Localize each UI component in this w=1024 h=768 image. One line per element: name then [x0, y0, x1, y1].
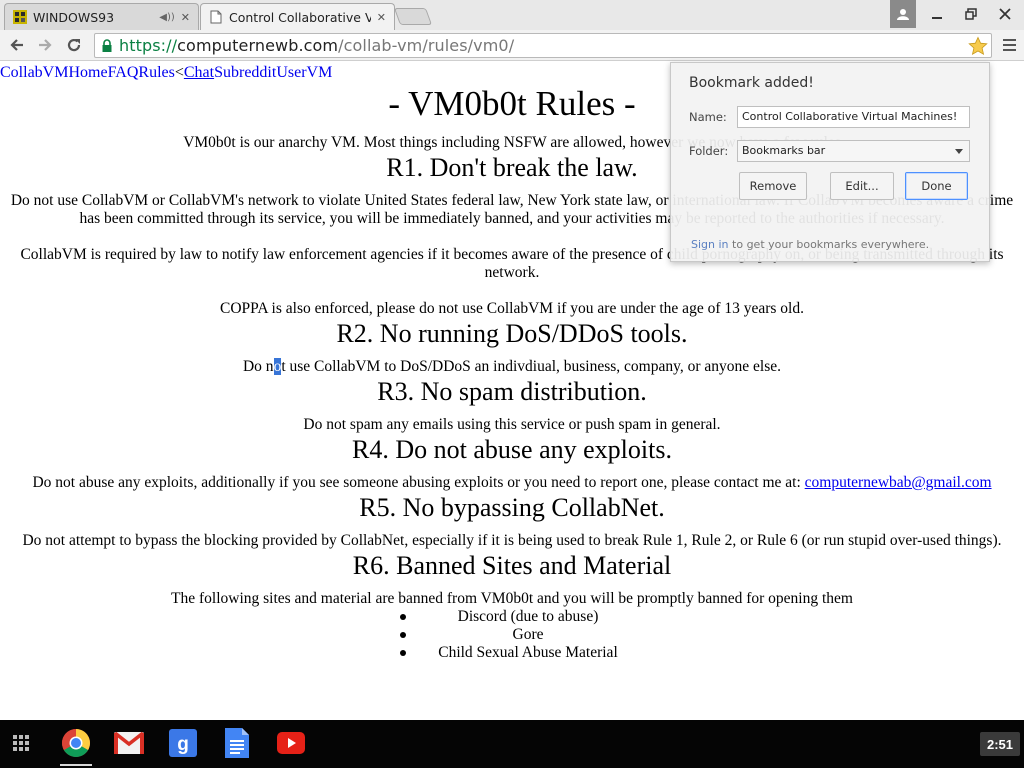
nav-separator: <: [174, 64, 184, 81]
dropdown-arrow-icon: [955, 149, 963, 154]
active-app-indicator: [60, 764, 92, 766]
profile-button[interactable]: [890, 0, 916, 28]
remove-button[interactable]: Remove: [739, 172, 807, 200]
rule-6-heading: R6. Banned Sites and Material: [352, 551, 672, 580]
name-label: Name:: [689, 110, 727, 124]
tab-strip: WINDOWS93 ◀)) ✕ Control Collaborative Vi…: [0, 0, 1024, 30]
sign-in-link[interactable]: Sign in: [691, 238, 729, 251]
browser-toolbar: https://computernewb.com/collab-vm/rules…: [0, 30, 1024, 61]
address-bar[interactable]: https://computernewb.com/collab-vm/rules…: [94, 33, 992, 58]
done-button[interactable]: Done: [905, 172, 968, 200]
folder-value: Bookmarks bar: [742, 144, 826, 157]
maximize-button[interactable]: [956, 2, 986, 26]
nav-uservm[interactable]: UserVM: [276, 64, 332, 81]
edit-button[interactable]: Edit...: [830, 172, 894, 200]
rule-2-paragraph: Do not use CollabVM to DoS/DDoS an indiv…: [242, 358, 781, 375]
rule-2-heading: R2. No running DoS/DDoS tools.: [336, 319, 688, 348]
rule-4-paragraph: Do not abuse any exploits, additionally …: [32, 474, 992, 491]
new-tab-button[interactable]: [393, 8, 433, 25]
rule-4-heading: R4. Do not abuse any exploits.: [352, 435, 672, 464]
nav-chat[interactable]: Chat: [184, 64, 214, 81]
restore-icon: [965, 8, 977, 20]
chrome-icon[interactable]: [60, 726, 92, 760]
google-docs-icon[interactable]: [221, 726, 253, 760]
nav-faq[interactable]: FAQ: [108, 64, 139, 81]
tab-title: WINDOWS93: [33, 9, 115, 25]
bubble-title: Bookmark added!: [689, 75, 814, 91]
site-nav: CollabVMHomeFAQRules<ChatSubredditUserVM: [0, 64, 332, 82]
audio-playing-icon: ◀)): [159, 11, 175, 23]
menu-icon: [1002, 39, 1016, 41]
app-launcher-icon[interactable]: [6, 726, 36, 760]
svg-text:g: g: [177, 734, 189, 755]
banned-list-item: Discord (due to abuse): [457, 608, 599, 625]
folder-label: Folder:: [689, 144, 729, 158]
banned-list-item: Child Sexual Abuse Material: [438, 644, 618, 661]
close-window-button[interactable]: [990, 2, 1020, 26]
user-icon: [897, 9, 909, 20]
google-search-icon[interactable]: g: [167, 726, 199, 760]
page-icon: [209, 10, 223, 24]
chrome-menu-button[interactable]: [998, 34, 1020, 56]
back-arrow-icon: [10, 39, 23, 51]
rule-6-paragraph: The following sites and material are ban…: [171, 590, 853, 607]
nav-subreddit[interactable]: Subreddit: [214, 64, 276, 81]
tab-title: Control Collaborative Virtu: [229, 9, 371, 25]
nav-rules[interactable]: Rules: [138, 64, 174, 81]
youtube-icon[interactable]: [275, 726, 307, 760]
close-icon: [999, 8, 1011, 20]
system-clock[interactable]: 2:51: [980, 732, 1020, 756]
minimize-icon: [932, 17, 942, 19]
reload-icon: [67, 38, 81, 52]
nav-collabvm[interactable]: CollabVM: [0, 64, 68, 81]
rule-3-paragraph: Do not spam any emails using this servic…: [303, 416, 721, 433]
url-text: https://computernewb.com/collab-vm/rules…: [119, 36, 515, 55]
contact-email-link[interactable]: computernewbab@gmail.com: [805, 474, 992, 491]
forward-arrow-icon: [39, 39, 52, 51]
star-icon: [968, 36, 988, 56]
bookmark-star-button[interactable]: [967, 35, 989, 57]
bookmark-added-bubble: Bookmark added! Name: Control Collaborat…: [670, 62, 990, 262]
lock-icon: [102, 38, 112, 52]
banned-list-item: Gore: [512, 626, 544, 643]
bookmark-folder-select[interactable]: Bookmarks bar: [737, 140, 970, 162]
windows93-logo-icon: [13, 10, 27, 24]
bookmark-name-input[interactable]: Control Collaborative Virtual Machines!: [737, 106, 970, 128]
minimize-button[interactable]: [922, 2, 952, 26]
os-taskbar: g 2:51: [0, 720, 1024, 768]
rule-3-heading: R3. No spam distribution.: [377, 377, 647, 406]
tab-collabvm-rules[interactable]: Control Collaborative Virtu ✕: [200, 3, 395, 30]
forward-button[interactable]: [34, 34, 56, 56]
close-icon[interactable]: ✕: [377, 11, 386, 24]
close-icon[interactable]: ✕: [181, 11, 190, 24]
back-button[interactable]: [6, 34, 28, 56]
rule-5-heading: R5. No bypassing CollabNet.: [359, 493, 665, 522]
sign-in-prompt: Sign in to get your bookmarks everywhere…: [691, 238, 930, 251]
reload-button[interactable]: [63, 34, 85, 56]
rule-1-paragraph-3: COPPA is also enforced, please do not us…: [219, 300, 804, 317]
tab-windows93[interactable]: WINDOWS93 ◀)) ✕: [4, 3, 199, 30]
gmail-icon[interactable]: [113, 726, 145, 760]
rule-5-paragraph: Do not attempt to bypass the blocking pr…: [22, 532, 1002, 549]
nav-home[interactable]: Home: [68, 64, 107, 81]
